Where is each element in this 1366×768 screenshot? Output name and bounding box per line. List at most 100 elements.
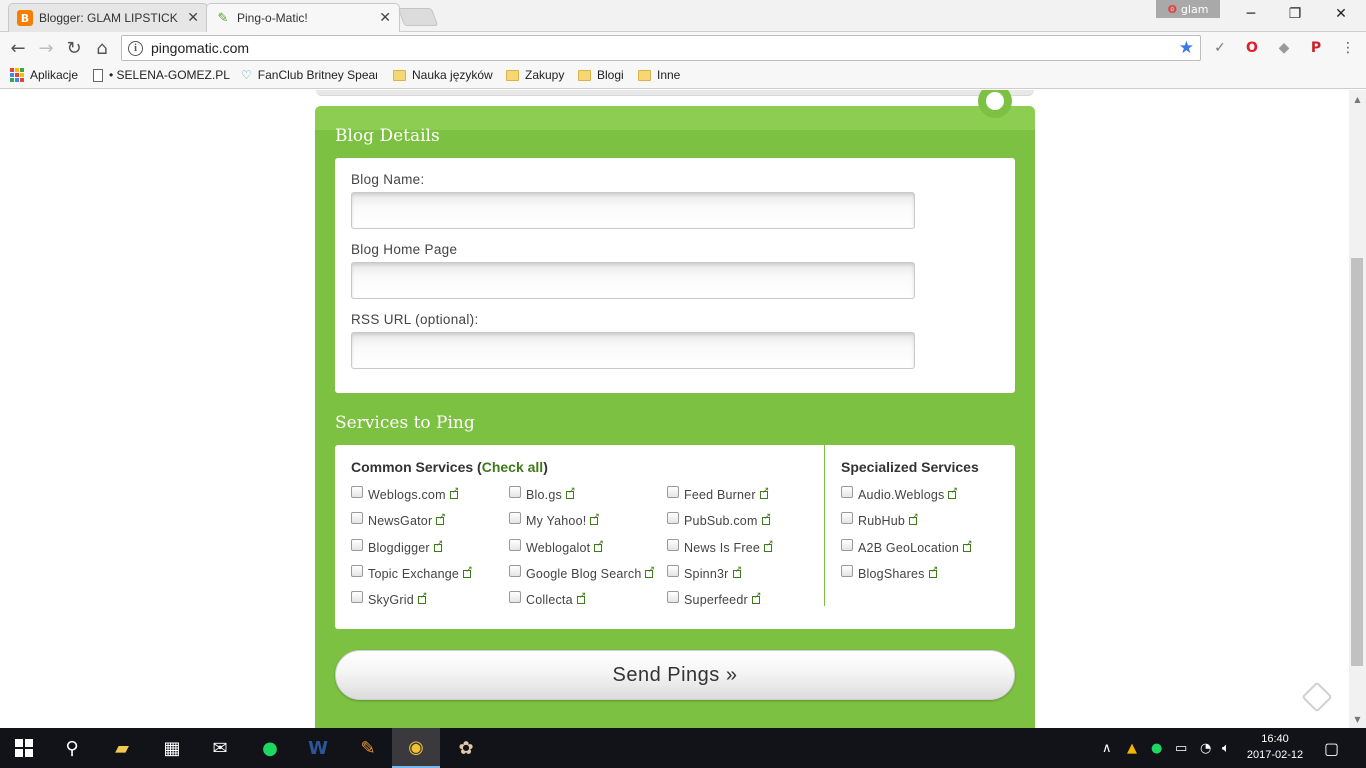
close-window-button[interactable]: ✕ (1318, 0, 1364, 28)
service-checkbox[interactable] (667, 512, 679, 524)
close-icon[interactable]: ✕ (379, 10, 391, 26)
new-tab-button[interactable] (397, 8, 439, 26)
forward-icon[interactable]: → (34, 36, 58, 60)
notifications-icon[interactable]: ▢ (1324, 728, 1339, 768)
paint-palette-icon[interactable]: ✿ (442, 728, 490, 768)
opera-extension-icon[interactable]: O (1242, 38, 1262, 58)
minimize-button[interactable]: ─ (1228, 0, 1274, 28)
bookmark-folder-zakupy[interactable]: Zakupy (506, 68, 564, 82)
tab-blogger[interactable]: B Blogger: GLAM LIPSTICK ✕ (8, 3, 208, 32)
menu-icon[interactable]: ⋮ (1338, 38, 1358, 58)
address-bar[interactable]: i pingomatic.com ★ (121, 35, 1201, 61)
word-icon[interactable]: W (294, 728, 342, 768)
bookmark-folder-blogi[interactable]: Blogi (578, 68, 624, 82)
external-link-icon[interactable] (576, 590, 587, 604)
service-label[interactable]: SkyGrid (368, 593, 414, 607)
send-pings-button[interactable]: Send Pings » (335, 650, 1015, 700)
service-label[interactable]: BlogShares (858, 567, 925, 581)
restore-button[interactable]: ❐ (1272, 0, 1318, 28)
service-option[interactable]: Topic Exchange (351, 564, 473, 581)
scroll-up-icon[interactable]: ▲ (1349, 92, 1366, 106)
service-option[interactable]: My Yahoo! (509, 511, 600, 528)
service-label[interactable]: Superfeedr (684, 593, 748, 607)
service-label[interactable]: RubHub (858, 514, 905, 528)
bookmark-folder-inne[interactable]: Inne (638, 68, 680, 82)
service-option[interactable]: SkyGrid (351, 590, 428, 607)
search-icon[interactable]: ⚲ (48, 728, 96, 768)
service-checkbox[interactable] (351, 591, 363, 603)
google-drive-icon[interactable]: ▲ (1127, 728, 1137, 768)
blog-home-page-input[interactable] (351, 262, 915, 299)
close-icon[interactable]: ✕ (187, 10, 199, 26)
external-link-icon[interactable] (764, 538, 774, 552)
service-option[interactable]: News Is Free (667, 538, 774, 555)
external-link-icon[interactable] (565, 485, 576, 499)
service-checkbox[interactable] (509, 539, 521, 551)
bookmark-selena[interactable]: • SELENA-GOMEZ.PL (93, 68, 230, 82)
service-option[interactable]: Feed Burner (667, 485, 769, 502)
external-link-icon[interactable] (928, 564, 938, 578)
service-checkbox[interactable] (667, 486, 679, 498)
bookmark-star-icon[interactable]: ★ (1179, 38, 1194, 58)
bookmark-fanclub[interactable]: ♡ FanClub Britney Spear (241, 68, 377, 82)
tab-pingomatic[interactable]: ✎ Ping-o-Matic! ✕ (206, 3, 400, 32)
mail-icon[interactable]: ✉ (196, 728, 244, 768)
check-all-link[interactable]: Check all (482, 459, 543, 475)
service-label[interactable]: Spinn3r (684, 567, 729, 581)
info-icon[interactable]: i (128, 40, 143, 56)
service-label[interactable]: Audio.Weblogs (858, 488, 944, 502)
url-text[interactable]: pingomatic.com (151, 40, 249, 56)
service-checkbox[interactable] (841, 486, 853, 498)
service-checkbox[interactable] (509, 486, 521, 498)
service-checkbox[interactable] (351, 539, 363, 551)
service-option[interactable]: Collecta (509, 590, 587, 607)
service-checkbox[interactable] (509, 512, 521, 524)
scroll-down-icon[interactable]: ▼ (1349, 712, 1366, 726)
specialized-service-option[interactable]: BlogShares (841, 564, 938, 581)
service-option[interactable]: Blo.gs (509, 485, 576, 502)
service-checkbox[interactable] (667, 539, 679, 551)
service-option[interactable]: PubSub.com (667, 511, 771, 528)
battery-icon[interactable]: ▭ (1175, 728, 1187, 768)
scrollbar-thumb[interactable] (1351, 258, 1363, 666)
service-checkbox[interactable] (509, 591, 521, 603)
external-link-icon[interactable] (433, 538, 444, 552)
show-hidden-icons[interactable]: ∧ (1102, 728, 1112, 768)
spotify-tray-icon[interactable]: ● (1151, 728, 1162, 768)
service-option[interactable]: Weblogs.com (351, 485, 459, 502)
external-link-icon[interactable] (751, 590, 762, 604)
checkmark-extension-icon[interactable]: ✓ (1210, 38, 1230, 58)
bookmark-folder-nauka[interactable]: Nauka języków (393, 68, 493, 82)
start-button[interactable] (0, 728, 48, 768)
specialized-service-option[interactable]: RubHub (841, 511, 919, 528)
service-label[interactable]: My Yahoo! (526, 514, 586, 528)
external-link-icon[interactable] (963, 538, 973, 552)
service-checkbox[interactable] (351, 486, 363, 498)
service-label[interactable]: Collecta (526, 593, 573, 607)
service-label[interactable]: Weblogs.com (368, 488, 446, 502)
external-link-icon[interactable] (436, 511, 446, 525)
service-label[interactable]: News Is Free (684, 541, 760, 555)
external-link-icon[interactable] (948, 485, 958, 499)
service-checkbox[interactable] (841, 539, 853, 551)
profile-button[interactable]: ʘ glam (1156, 0, 1220, 18)
service-label[interactable]: PubSub.com (684, 514, 758, 528)
service-checkbox[interactable] (509, 565, 521, 577)
service-label[interactable]: Google Blog Search (526, 567, 641, 581)
feedly-extension-icon[interactable]: ◆ (1274, 38, 1294, 58)
service-label[interactable]: Blo.gs (526, 488, 562, 502)
service-label[interactable]: Weblogalot (526, 541, 590, 555)
external-link-icon[interactable] (759, 485, 769, 499)
wifi-icon[interactable]: ◔ (1200, 728, 1211, 768)
service-checkbox[interactable] (841, 565, 853, 577)
paint-app-icon[interactable]: ✎ (344, 728, 392, 768)
reload-icon[interactable]: ↻ (62, 36, 86, 60)
service-checkbox[interactable] (351, 512, 363, 524)
spotify-icon[interactable]: ● (246, 728, 294, 768)
feedly-float-icon[interactable] (1301, 681, 1333, 713)
service-option[interactable]: Blogdigger (351, 538, 444, 555)
page-scrollbar[interactable]: ▲ ▼ (1349, 90, 1366, 728)
service-option[interactable]: Google Blog Search (509, 564, 655, 581)
volume-icon[interactable]: 🔈︎ (1222, 728, 1230, 768)
service-option[interactable]: NewsGator (351, 511, 446, 528)
